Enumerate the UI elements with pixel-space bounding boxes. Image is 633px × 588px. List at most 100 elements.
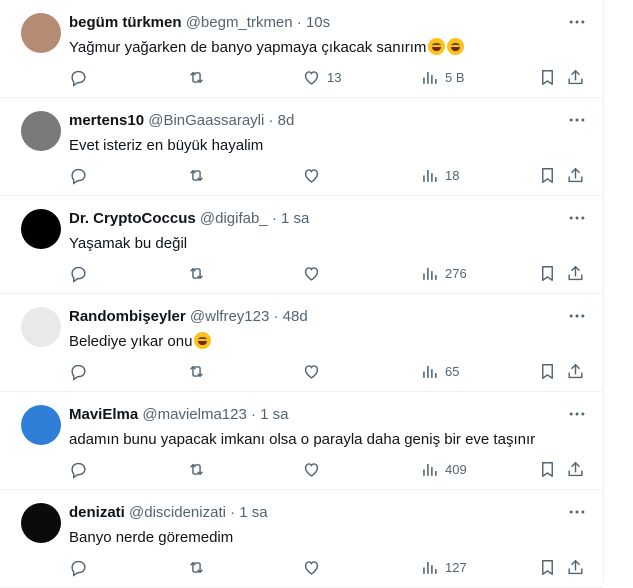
timestamp[interactable]: 1 sa bbox=[239, 504, 267, 521]
display-name[interactable]: mertens10 bbox=[69, 112, 144, 129]
reply-button[interactable] bbox=[69, 262, 88, 284]
retweet-button[interactable] bbox=[187, 262, 206, 284]
reply-button[interactable] bbox=[69, 360, 88, 382]
handle[interactable]: @begm_trkmen bbox=[186, 14, 293, 31]
retweet-button[interactable] bbox=[187, 458, 206, 480]
joy-emoji bbox=[447, 38, 465, 55]
display-name[interactable]: Randombişeyler bbox=[69, 308, 186, 325]
retweet-button[interactable] bbox=[187, 360, 206, 382]
tweet-text-content: Yağmur yağarken de banyo yapmaya çıkacak… bbox=[69, 39, 427, 56]
retweet-icon bbox=[187, 264, 206, 283]
more-options-icon[interactable] bbox=[567, 12, 587, 32]
share-button[interactable] bbox=[566, 360, 585, 382]
bookmark-button[interactable] bbox=[538, 458, 557, 480]
views-icon bbox=[420, 166, 439, 185]
retweet-button[interactable] bbox=[187, 164, 206, 186]
share-button[interactable] bbox=[566, 556, 585, 578]
views-icon bbox=[420, 460, 439, 479]
bookmark-button[interactable] bbox=[538, 66, 557, 88]
bookmark-icon bbox=[538, 68, 557, 87]
tweet[interactable]: denizati @discidenizati · 1 sa Banyo ner… bbox=[0, 490, 603, 588]
display-name[interactable]: Dr. CryptoCoccus bbox=[69, 210, 196, 227]
avatar[interactable] bbox=[21, 209, 61, 249]
more-options-icon[interactable] bbox=[567, 404, 587, 424]
timestamp[interactable]: 48d bbox=[283, 308, 308, 325]
views-button[interactable]: 18 bbox=[420, 164, 459, 186]
views-icon bbox=[420, 558, 439, 577]
bookmark-button[interactable] bbox=[538, 556, 557, 578]
avatar[interactable] bbox=[21, 13, 61, 53]
action-bar: 276 bbox=[69, 262, 587, 284]
display-name[interactable]: MaviElma bbox=[69, 406, 138, 423]
like-button[interactable] bbox=[302, 262, 327, 284]
more-options-icon[interactable] bbox=[567, 306, 587, 326]
views-button[interactable]: 65 bbox=[420, 360, 459, 382]
tweet[interactable]: begüm türkmen @begm_trkmen · 10s Yağmur … bbox=[0, 0, 603, 98]
like-button[interactable] bbox=[302, 164, 327, 186]
bookmark-button[interactable] bbox=[538, 360, 557, 382]
retweet-button[interactable] bbox=[187, 556, 206, 578]
tweet[interactable]: mertens10 @BinGaassarayli · 8d Evet iste… bbox=[0, 98, 603, 196]
share-icon bbox=[566, 362, 585, 381]
reply-button[interactable] bbox=[69, 66, 88, 88]
display-name[interactable]: begüm türkmen bbox=[69, 14, 182, 31]
tweet[interactable]: Randombişeyler @wlfrey123 · 48d Belediye… bbox=[0, 294, 603, 392]
share-button[interactable] bbox=[566, 164, 585, 186]
views-icon bbox=[420, 264, 439, 283]
more-options-icon[interactable] bbox=[567, 110, 587, 130]
avatar[interactable] bbox=[21, 307, 61, 347]
like-button[interactable]: 13 bbox=[302, 66, 341, 88]
views-button[interactable]: 276 bbox=[420, 262, 467, 284]
share-button[interactable] bbox=[566, 458, 585, 480]
tweet-text-content: Banyo nerde göremedim bbox=[69, 529, 234, 546]
share-button[interactable] bbox=[566, 66, 585, 88]
bookmark-button[interactable] bbox=[538, 262, 557, 284]
bookmark-button[interactable] bbox=[538, 164, 557, 186]
handle[interactable]: @discidenizati bbox=[129, 504, 226, 521]
tweet-text-content: Evet isteriz en büyük hayalim bbox=[69, 137, 264, 154]
views-button[interactable]: 127 bbox=[420, 556, 467, 578]
heart-icon bbox=[302, 558, 321, 577]
action-bar: 18 bbox=[69, 164, 587, 186]
avatar[interactable] bbox=[21, 405, 61, 445]
avatar[interactable] bbox=[21, 111, 61, 151]
display-name[interactable]: denizati bbox=[69, 504, 125, 521]
heart-icon bbox=[302, 166, 321, 185]
reply-button[interactable] bbox=[69, 458, 88, 480]
handle[interactable]: @BinGaassarayli bbox=[148, 112, 264, 129]
tweet[interactable]: MaviElma @mavielma123 · 1 sa adamın bunu… bbox=[0, 392, 603, 490]
tweet-header: Randombişeyler @wlfrey123 · 48d bbox=[69, 308, 308, 326]
avatar[interactable] bbox=[21, 503, 61, 543]
tweet-text: Yağmur yağarken de banyo yapmaya çıkacak… bbox=[69, 38, 465, 58]
reply-button[interactable] bbox=[69, 164, 88, 186]
timestamp[interactable]: 1 sa bbox=[281, 210, 309, 227]
tweet-text-content: adamın bunu yapacak imkanı olsa o parayl… bbox=[69, 431, 536, 448]
tweet[interactable]: Dr. CryptoCoccus @digifab_ · 1 sa Yaşama… bbox=[0, 196, 603, 294]
reply-icon bbox=[69, 166, 88, 185]
timestamp[interactable]: 1 sa bbox=[260, 406, 288, 423]
like-button[interactable] bbox=[302, 556, 327, 578]
timestamp[interactable]: 10s bbox=[306, 14, 330, 31]
handle[interactable]: @wlfrey123 bbox=[190, 308, 269, 325]
share-icon bbox=[566, 264, 585, 283]
tweet-text-content: Yaşamak bu değil bbox=[69, 235, 188, 252]
like-button[interactable] bbox=[302, 360, 327, 382]
more-options-icon[interactable] bbox=[567, 208, 587, 228]
bookmark-icon bbox=[538, 460, 557, 479]
share-button[interactable] bbox=[566, 262, 585, 284]
views-button[interactable]: 409 bbox=[420, 458, 467, 480]
views-button[interactable]: 5 B bbox=[420, 66, 465, 88]
heart-icon bbox=[302, 68, 321, 87]
tweet-header: Dr. CryptoCoccus @digifab_ · 1 sa bbox=[69, 210, 309, 228]
retweet-button[interactable] bbox=[187, 66, 206, 88]
tweet-text: Evet isteriz en büyük hayalim bbox=[69, 136, 263, 156]
tweet-header: denizati @discidenizati · 1 sa bbox=[69, 504, 268, 522]
handle[interactable]: @digifab_ bbox=[200, 210, 268, 227]
tweet-header: mertens10 @BinGaassarayli · 8d bbox=[69, 112, 294, 130]
tweet-text-content: Belediye yıkar onu bbox=[69, 333, 193, 350]
like-button[interactable] bbox=[302, 458, 327, 480]
more-options-icon[interactable] bbox=[567, 502, 587, 522]
reply-button[interactable] bbox=[69, 556, 88, 578]
handle[interactable]: @mavielma123 bbox=[142, 406, 246, 423]
timestamp[interactable]: 8d bbox=[278, 112, 295, 129]
